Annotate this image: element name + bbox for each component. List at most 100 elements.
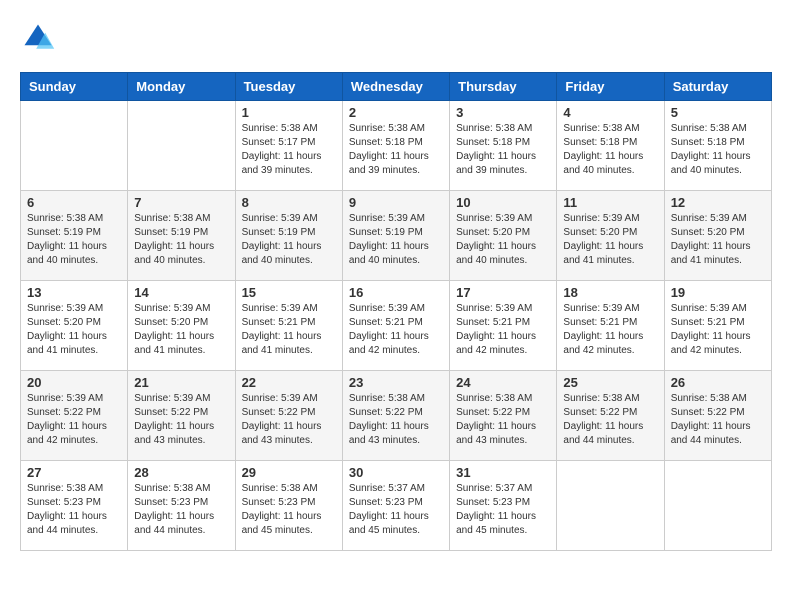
day-number: 19 bbox=[671, 285, 765, 300]
day-number: 27 bbox=[27, 465, 121, 480]
day-info: Sunrise: 5:39 AMSunset: 5:21 PMDaylight:… bbox=[671, 302, 765, 358]
day-info: Sunrise: 5:39 AMSunset: 5:19 PMDaylight:… bbox=[242, 212, 336, 268]
calendar-cell: 29Sunrise: 5:38 AMSunset: 5:23 PMDayligh… bbox=[235, 461, 342, 551]
day-number: 14 bbox=[134, 285, 228, 300]
calendar-cell: 27 Sunrise: 5:38 AMSunset: 5:23 PMDayligh… bbox=[21, 461, 128, 551]
day-of-week-header: Tuesday bbox=[235, 73, 342, 101]
day-number: 13 bbox=[27, 285, 121, 300]
calendar-week-row: 13 Sunrise: 5:39 AMSunset: 5:20 PMDayligh… bbox=[21, 281, 772, 371]
calendar-cell: 30 Sunrise: 5:37 AMSunset: 5:23 PMDayligh… bbox=[342, 461, 449, 551]
day-number: 12 bbox=[671, 195, 765, 210]
calendar-cell: 2 Sunrise: 5:38 AMSunset: 5:18 PMDaylight… bbox=[342, 101, 449, 191]
calendar-cell: 26 Sunrise: 5:38 AMSunset: 5:22 PMDayligh… bbox=[664, 371, 771, 461]
day-number: 26 bbox=[671, 375, 765, 390]
day-info: Sunrise: 5:39 AMSunset: 5:22 PMDaylight:… bbox=[27, 392, 121, 448]
calendar-week-row: 27 Sunrise: 5:38 AMSunset: 5:23 PMDayligh… bbox=[21, 461, 772, 551]
calendar-cell: 3Sunrise: 5:38 AMSunset: 5:18 PMDaylight… bbox=[450, 101, 557, 191]
day-number: 3 bbox=[456, 105, 550, 120]
day-number: 9 bbox=[349, 195, 443, 210]
calendar-week-row: 6 Sunrise: 5:38 AMSunset: 5:19 PMDaylight… bbox=[21, 191, 772, 281]
day-number: 20 bbox=[27, 375, 121, 390]
day-number: 30 bbox=[349, 465, 443, 480]
day-number: 24 bbox=[456, 375, 550, 390]
day-number: 23 bbox=[349, 375, 443, 390]
day-of-week-header: Saturday bbox=[664, 73, 771, 101]
day-number: 31 bbox=[456, 465, 550, 480]
calendar-week-row: 20 Sunrise: 5:39 AMSunset: 5:22 PMDayligh… bbox=[21, 371, 772, 461]
calendar-cell: 6 Sunrise: 5:38 AMSunset: 5:19 PMDaylight… bbox=[21, 191, 128, 281]
day-number: 4 bbox=[563, 105, 657, 120]
day-info: Sunrise: 5:39 AMSunset: 5:20 PMDaylight:… bbox=[671, 212, 765, 268]
calendar-cell bbox=[21, 101, 128, 191]
day-info: Sunrise: 5:38 AMSunset: 5:18 PMDaylight:… bbox=[563, 122, 657, 178]
calendar-cell: 17 Sunrise: 5:39 AMSunset: 5:21 PMDayligh… bbox=[450, 281, 557, 371]
day-info: Sunrise: 5:37 AMSunset: 5:23 PMDaylight:… bbox=[456, 482, 550, 538]
day-of-week-header: Monday bbox=[128, 73, 235, 101]
calendar-cell: 18 Sunrise: 5:39 AMSunset: 5:21 PMDayligh… bbox=[557, 281, 664, 371]
day-info: Sunrise: 5:37 AMSunset: 5:23 PMDaylight:… bbox=[349, 482, 443, 538]
calendar-cell: 31 Sunrise: 5:37 AMSunset: 5:23 PMDayligh… bbox=[450, 461, 557, 551]
day-info: Sunrise: 5:39 AMSunset: 5:22 PMDaylight:… bbox=[134, 392, 228, 448]
calendar-cell: 12 Sunrise: 5:39 AMSunset: 5:20 PMDayligh… bbox=[664, 191, 771, 281]
day-of-week-header: Thursday bbox=[450, 73, 557, 101]
day-number: 17 bbox=[456, 285, 550, 300]
day-info: Sunrise: 5:39 AMSunset: 5:20 PMDaylight:… bbox=[134, 302, 228, 358]
day-number: 11 bbox=[563, 195, 657, 210]
day-info: Sunrise: 5:39 AMSunset: 5:20 PMDaylight:… bbox=[456, 212, 550, 268]
day-info: Sunrise: 5:38 AMSunset: 5:22 PMDaylight:… bbox=[563, 392, 657, 448]
day-info: Sunrise: 5:39 AMSunset: 5:21 PMDaylight:… bbox=[349, 302, 443, 358]
calendar-cell: 16Sunrise: 5:39 AMSunset: 5:21 PMDayligh… bbox=[342, 281, 449, 371]
day-number: 21 bbox=[134, 375, 228, 390]
calendar-cell: 9 Sunrise: 5:39 AMSunset: 5:19 PMDaylight… bbox=[342, 191, 449, 281]
day-info: Sunrise: 5:38 AMSunset: 5:23 PMDaylight:… bbox=[134, 482, 228, 538]
day-info: Sunrise: 5:38 AMSunset: 5:22 PMDaylight:… bbox=[349, 392, 443, 448]
calendar-cell: 22 Sunrise: 5:39 AMSunset: 5:22 PMDayligh… bbox=[235, 371, 342, 461]
day-info: Sunrise: 5:38 AMSunset: 5:18 PMDaylight:… bbox=[349, 122, 443, 178]
calendar-cell: 1 Sunrise: 5:38 AMSunset: 5:17 PMDaylight… bbox=[235, 101, 342, 191]
day-info: Sunrise: 5:39 AMSunset: 5:21 PMDaylight:… bbox=[456, 302, 550, 358]
day-of-week-header: Sunday bbox=[21, 73, 128, 101]
calendar-cell: 10 Sunrise: 5:39 AMSunset: 5:20 PMDayligh… bbox=[450, 191, 557, 281]
day-info: Sunrise: 5:39 AMSunset: 5:21 PMDaylight:… bbox=[563, 302, 657, 358]
calendar-cell: 25 Sunrise: 5:38 AMSunset: 5:22 PMDayligh… bbox=[557, 371, 664, 461]
day-info: Sunrise: 5:39 AMSunset: 5:22 PMDaylight:… bbox=[242, 392, 336, 448]
calendar-cell: 28 Sunrise: 5:38 AMSunset: 5:23 PMDayligh… bbox=[128, 461, 235, 551]
day-info: Sunrise: 5:38 AMSunset: 5:22 PMDaylight:… bbox=[671, 392, 765, 448]
day-number: 6 bbox=[27, 195, 121, 210]
calendar-cell bbox=[128, 101, 235, 191]
day-number: 1 bbox=[242, 105, 336, 120]
calendar-cell: 23 Sunrise: 5:38 AMSunset: 5:22 PMDayligh… bbox=[342, 371, 449, 461]
calendar-cell: 11 Sunrise: 5:39 AMSunset: 5:20 PMDayligh… bbox=[557, 191, 664, 281]
calendar-cell: 4 Sunrise: 5:38 AMSunset: 5:18 PMDaylight… bbox=[557, 101, 664, 191]
day-number: 18 bbox=[563, 285, 657, 300]
day-number: 2 bbox=[349, 105, 443, 120]
page-header bbox=[20, 20, 772, 56]
calendar-cell: 7 Sunrise: 5:38 AMSunset: 5:19 PMDaylight… bbox=[128, 191, 235, 281]
day-number: 7 bbox=[134, 195, 228, 210]
day-number: 25 bbox=[563, 375, 657, 390]
day-info: Sunrise: 5:39 AMSunset: 5:20 PMDaylight:… bbox=[563, 212, 657, 268]
day-info: Sunrise: 5:38 AMSunset: 5:18 PMDaylight:… bbox=[671, 122, 765, 178]
calendar-cell bbox=[557, 461, 664, 551]
day-number: 8 bbox=[242, 195, 336, 210]
calendar-week-row: 1 Sunrise: 5:38 AMSunset: 5:17 PMDaylight… bbox=[21, 101, 772, 191]
calendar-cell: 19 Sunrise: 5:39 AMSunset: 5:21 PMDayligh… bbox=[664, 281, 771, 371]
calendar-cell: 24Sunrise: 5:38 AMSunset: 5:22 PMDayligh… bbox=[450, 371, 557, 461]
day-info: Sunrise: 5:38 AMSunset: 5:23 PMDaylight:… bbox=[27, 482, 121, 538]
logo-icon bbox=[20, 20, 56, 56]
day-of-week-header: Wednesday bbox=[342, 73, 449, 101]
day-number: 22 bbox=[242, 375, 336, 390]
day-info: Sunrise: 5:38 AMSunset: 5:17 PMDaylight:… bbox=[242, 122, 336, 178]
day-info: Sunrise: 5:38 AMSunset: 5:19 PMDaylight:… bbox=[27, 212, 121, 268]
day-info: Sunrise: 5:39 AMSunset: 5:21 PMDaylight:… bbox=[242, 302, 336, 358]
day-info: Sunrise: 5:39 AMSunset: 5:19 PMDaylight:… bbox=[349, 212, 443, 268]
calendar-cell: 13Sunrise: 5:39 AMSunset: 5:20 PMDayligh… bbox=[21, 281, 128, 371]
day-info: Sunrise: 5:38 AMSunset: 5:23 PMDaylight:… bbox=[242, 482, 336, 538]
day-number: 10 bbox=[456, 195, 550, 210]
day-number: 15 bbox=[242, 285, 336, 300]
calendar-cell: 5Sunrise: 5:38 AMSunset: 5:18 PMDaylight… bbox=[664, 101, 771, 191]
calendar-cell: 21 Sunrise: 5:39 AMSunset: 5:22 PMDayligh… bbox=[128, 371, 235, 461]
day-number: 28 bbox=[134, 465, 228, 480]
day-info: Sunrise: 5:38 AMSunset: 5:19 PMDaylight:… bbox=[134, 212, 228, 268]
day-of-week-header: Friday bbox=[557, 73, 664, 101]
